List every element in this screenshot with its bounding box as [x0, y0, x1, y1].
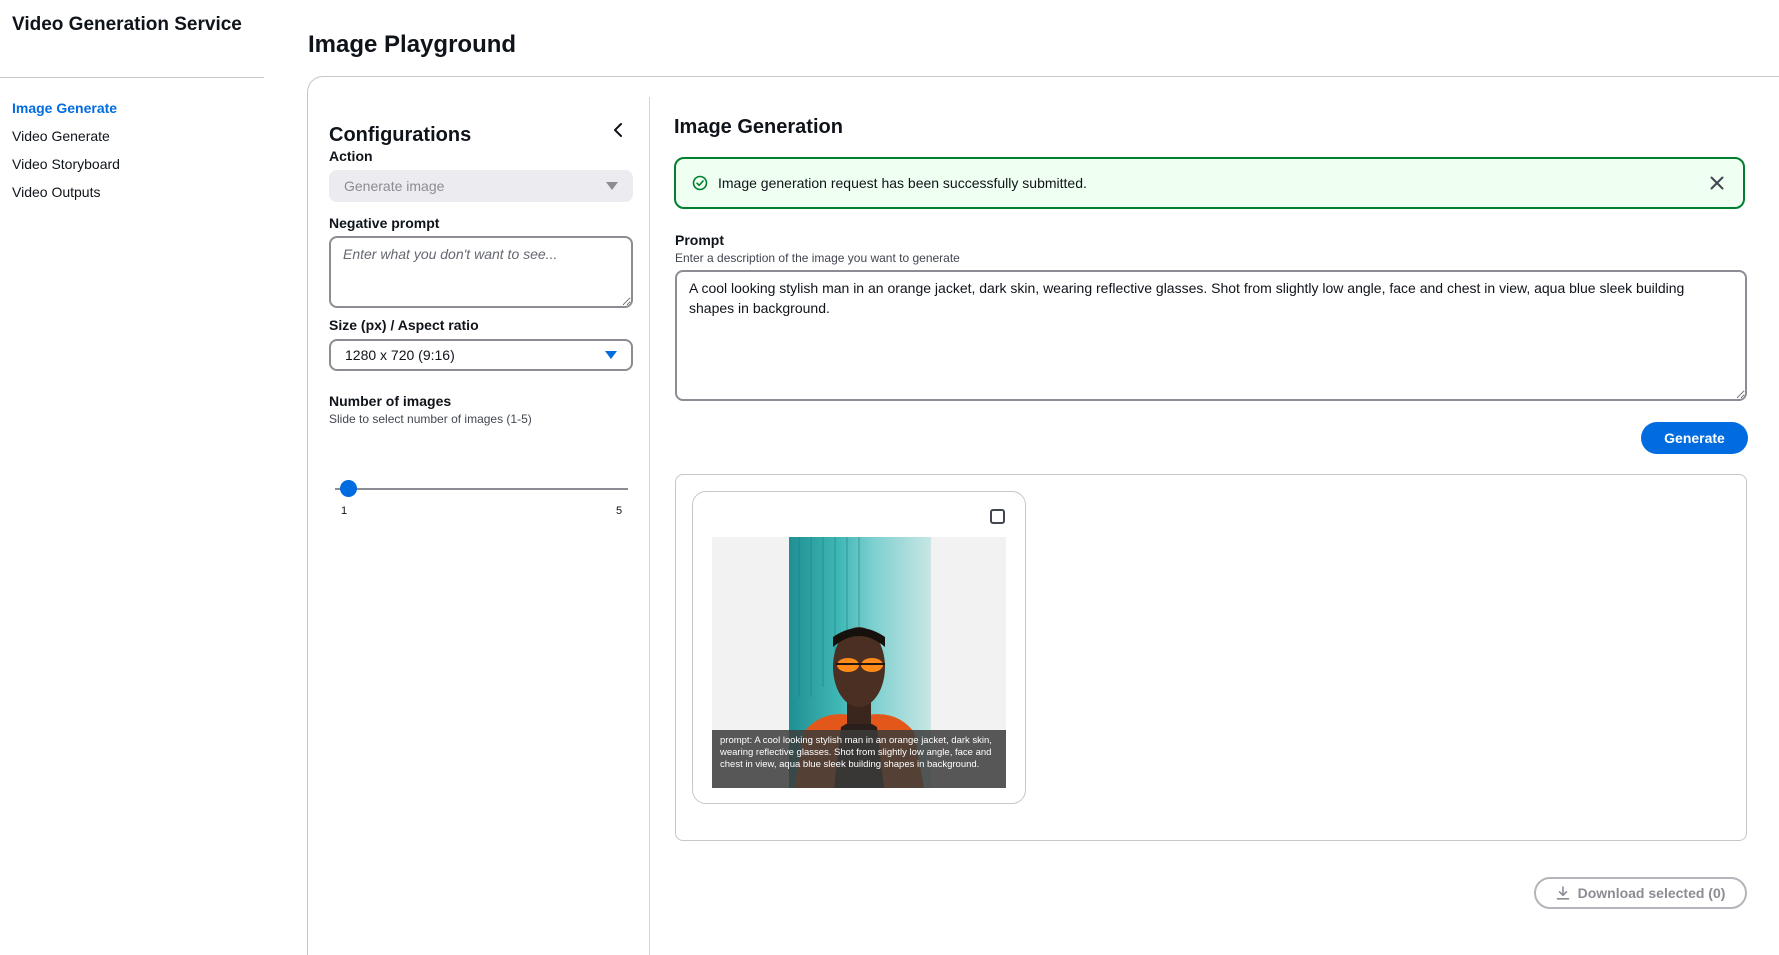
action-label: Action [329, 148, 373, 164]
sidebar: Video Generation Service Image Generate … [0, 0, 264, 955]
collapse-panel-button[interactable] [608, 119, 628, 141]
config-title: Configurations [329, 124, 472, 146]
generated-image[interactable]: prompt: A cool looking stylish man in an… [712, 537, 1006, 788]
prompt-description: Enter a description of the image you wan… [675, 251, 960, 265]
generate-button[interactable]: Generate [1641, 422, 1748, 454]
close-icon [1710, 176, 1724, 190]
page-title: Image Playground [308, 31, 517, 58]
configuration-panel: Configurations Action Generate image Neg… [308, 97, 650, 955]
image-select-checkbox[interactable] [990, 509, 1005, 524]
dismiss-flash-button[interactable] [1707, 173, 1727, 193]
caret-down-icon [606, 182, 618, 190]
download-icon [1556, 886, 1569, 900]
success-flash: Image generation request has been succes… [674, 157, 1745, 209]
sidebar-item-video-generate[interactable]: Video Generate [12, 127, 120, 155]
image-caption: prompt: A cool looking stylish man in an… [712, 730, 1006, 788]
size-select-value: 1280 x 720 (9:16) [345, 347, 455, 363]
main-title: Image Generation [674, 116, 843, 138]
check-circle-icon [692, 175, 708, 191]
flash-message: Image generation request has been succes… [718, 175, 1087, 191]
action-select: Generate image [329, 170, 633, 202]
sidebar-nav: Image Generate Video Generate Video Stor… [12, 99, 120, 211]
num-images-slider-thumb[interactable] [340, 480, 357, 497]
sidebar-divider [0, 77, 264, 78]
slider-max-label: 5 [616, 505, 623, 517]
prompt-input[interactable]: A cool looking stylish man in an orange … [675, 270, 1747, 401]
sidebar-item-video-outputs[interactable]: Video Outputs [12, 183, 120, 211]
prompt-label: Prompt [675, 232, 724, 248]
size-select[interactable]: 1280 x 720 (9:16) [329, 339, 633, 371]
num-images-label: Number of images [329, 393, 452, 409]
negative-prompt-label: Negative prompt [329, 215, 440, 231]
download-selected-button: Download selected (0) [1534, 877, 1747, 909]
size-label: Size (px) / Aspect ratio [329, 317, 479, 333]
sidebar-item-image-generate[interactable]: Image Generate [12, 99, 120, 127]
slider-min-label: 1 [341, 505, 348, 517]
download-selected-label: Download selected (0) [1577, 885, 1726, 901]
app-title: Video Generation Service [12, 14, 242, 35]
action-select-value: Generate image [344, 178, 445, 194]
caret-down-icon [605, 351, 617, 359]
chevron-left-icon [614, 123, 622, 137]
sidebar-item-video-storyboard[interactable]: Video Storyboard [12, 155, 120, 183]
num-images-slider-track[interactable] [335, 488, 628, 490]
num-images-description: Slide to select number of images (1-5) [329, 412, 532, 426]
negative-prompt-input[interactable] [329, 236, 633, 308]
